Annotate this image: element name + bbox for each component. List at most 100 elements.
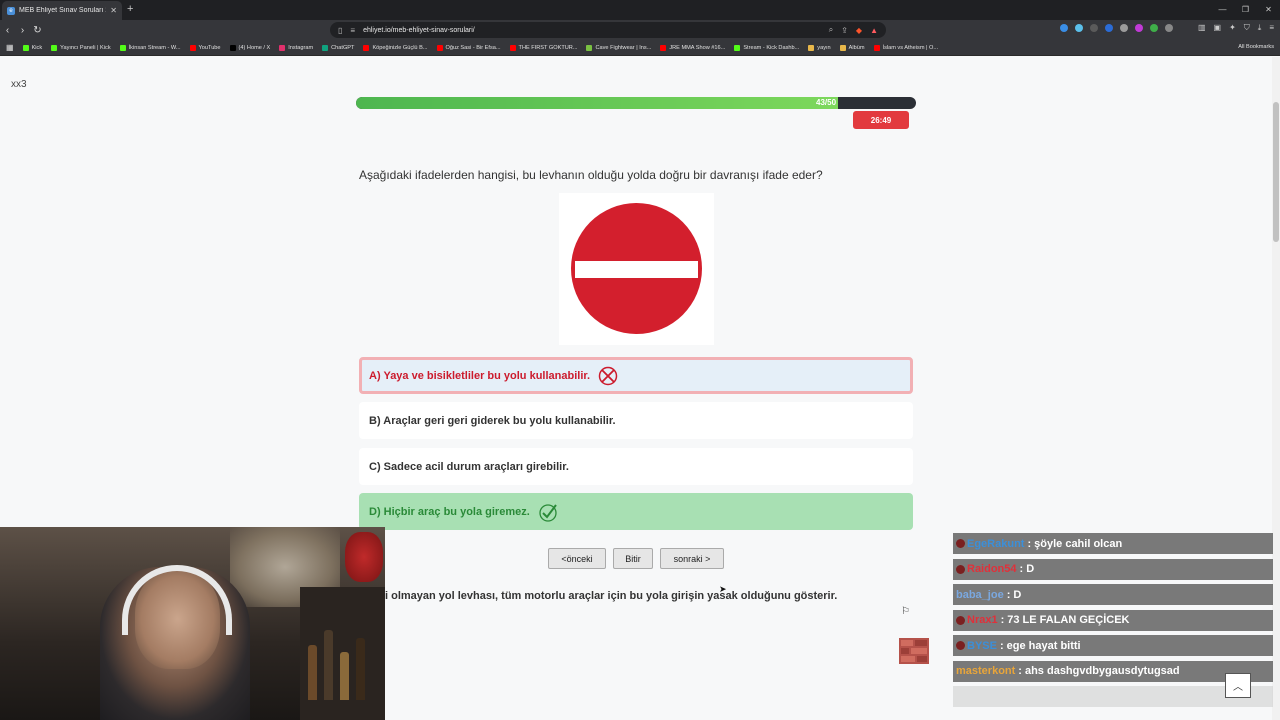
webcam-overlay bbox=[0, 527, 385, 720]
bookmark-favicon-icon bbox=[808, 44, 815, 51]
option-c[interactable]: C) Sadece acil durum araçları girebilir. bbox=[359, 448, 913, 485]
sign-red-disc bbox=[571, 203, 702, 334]
extension-icon[interactable] bbox=[1165, 24, 1173, 32]
user-badge-icon bbox=[956, 539, 965, 548]
webcam-figure bbox=[345, 532, 383, 582]
finish-button[interactable]: Bitir bbox=[613, 548, 653, 569]
minimize-icon[interactable]: — bbox=[1211, 0, 1234, 20]
bookmark-item[interactable]: Oğuz Sasi - Bir Efsa... bbox=[436, 44, 501, 51]
bookmark-favicon-icon bbox=[839, 44, 846, 51]
extension-icon[interactable] bbox=[1105, 24, 1113, 32]
bookmark-item[interactable]: Cave Fightwear | Ins... bbox=[586, 44, 651, 51]
close-tab-icon[interactable]: ✕ bbox=[110, 6, 117, 15]
brave-rewards-icon[interactable]: ▲ bbox=[870, 26, 878, 35]
bookmark-item[interactable]: yayın bbox=[808, 44, 831, 51]
option-a[interactable]: A) Yaya ve bisikletliler bu yolu kullana… bbox=[359, 357, 913, 394]
user-badge-icon bbox=[956, 564, 965, 574]
next-button[interactable]: sonraki > bbox=[660, 548, 724, 569]
restore-icon[interactable]: ❐ bbox=[1234, 0, 1257, 20]
extension-icon[interactable] bbox=[1150, 24, 1158, 32]
scroll-to-top-button[interactable]: ︿ bbox=[1225, 673, 1251, 698]
corner-label: xx3 bbox=[11, 79, 27, 90]
bookmark-favicon-icon bbox=[322, 44, 329, 51]
bookmark-favicon-icon bbox=[279, 44, 286, 51]
bookmark-favicon-icon bbox=[229, 44, 236, 51]
new-tab-icon[interactable]: + bbox=[127, 3, 133, 15]
bookmark-item[interactable]: Köpeğinizle Güçlü B... bbox=[363, 44, 428, 51]
chat-username: Nrax1 bbox=[967, 614, 998, 626]
bookmark-item[interactable]: Yayıncı Paneli | Kick bbox=[51, 44, 111, 51]
chat-text: D bbox=[1026, 563, 1035, 575]
site-favicon-icon: e bbox=[7, 6, 15, 15]
apps-grid-icon[interactable]: ▦ bbox=[6, 43, 14, 52]
bookmark-label: Albüm bbox=[848, 44, 865, 51]
bookmark-favicon-icon bbox=[436, 44, 443, 51]
forward-icon[interactable]: › bbox=[15, 25, 30, 36]
bookmark-favicon-icon bbox=[586, 44, 593, 51]
bookmark-label: Kick bbox=[31, 44, 43, 51]
bookmark-item[interactable]: (4) Home / X bbox=[229, 44, 271, 51]
explanation-text: i olmayan yol levhası, tüm motorlu araçl… bbox=[385, 590, 838, 602]
url-text: ehliyet.io/meb-ehliyet-sinav-sorulari/ bbox=[363, 26, 475, 34]
share-icon[interactable]: ⇪ bbox=[841, 26, 848, 35]
bookmark-item[interactable]: Albüm bbox=[839, 44, 865, 51]
close-window-icon[interactable]: ✕ bbox=[1257, 0, 1280, 20]
extension-icon[interactable] bbox=[1120, 24, 1128, 32]
chat-username: EgeRakunt bbox=[967, 537, 1025, 550]
user-badge-icon bbox=[956, 641, 965, 650]
leo-icon[interactable]: ✦ bbox=[1229, 23, 1236, 33]
sidebar-icon[interactable]: ▥ bbox=[1198, 23, 1206, 33]
bookmark-item[interactable]: İkinsan Stream - W... bbox=[119, 44, 181, 51]
bookmark-item[interactable]: YouTube bbox=[189, 44, 221, 51]
bookmark-item[interactable]: Stream - Kick Dashb... bbox=[734, 44, 799, 51]
bookmark-item[interactable]: İslam vs Atheism | O... bbox=[873, 44, 939, 51]
bookmark-favicon-icon bbox=[22, 44, 29, 51]
report-icon[interactable]: ⚐ bbox=[901, 606, 910, 617]
extension-icon[interactable] bbox=[1135, 24, 1143, 32]
bookmark-label: İslam vs Atheism | O... bbox=[882, 44, 939, 51]
extension-icon[interactable] bbox=[1090, 24, 1098, 32]
site-info-icon[interactable]: ≡ bbox=[350, 26, 355, 35]
browser-tab[interactable]: e MEB Ehliyet Sınav Soruları 2025 ✕ bbox=[2, 1, 122, 20]
bookmark-label: yayın bbox=[817, 44, 831, 51]
chat-message: BYSE: ege hayat bitti bbox=[953, 635, 1273, 656]
chat-username: Raidon54 bbox=[967, 563, 1017, 575]
bookmark-item[interactable]: THE FIRST GOKTUR... bbox=[509, 44, 577, 51]
bookmark-label: (4) Home / X bbox=[238, 44, 271, 51]
zoom-icon[interactable]: ⌕ bbox=[829, 25, 833, 35]
option-d-text: D) Hiçbir araç bu yola giremez. bbox=[369, 505, 530, 518]
chat-text: ege hayat bitti bbox=[1006, 639, 1081, 652]
bookmark-star-icon[interactable]: ▯ bbox=[338, 26, 342, 35]
brave-shield-icon[interactable]: ◆ bbox=[856, 26, 862, 35]
all-bookmarks-folder[interactable]: All Bookmarks bbox=[1238, 44, 1274, 50]
bookmark-item[interactable]: Instagram bbox=[279, 44, 313, 51]
address-bar[interactable]: ▯ ≡ ehliyet.io/meb-ehliyet-sinav-sorular… bbox=[330, 22, 886, 38]
bookmark-item[interactable]: JRE MMA Show #16... bbox=[660, 44, 725, 51]
menu-icon[interactable]: ≡ bbox=[1269, 23, 1274, 33]
reload-icon[interactable]: ↻ bbox=[30, 25, 45, 36]
chat-separator: : bbox=[1027, 537, 1032, 550]
bookmark-favicon-icon bbox=[119, 44, 126, 51]
option-d[interactable]: D) Hiçbir araç bu yola giremez. bbox=[359, 493, 913, 530]
wallet-icon[interactable]: ▣ bbox=[1214, 23, 1222, 33]
option-a-text: A) Yaya ve bisikletliler bu yolu kullana… bbox=[369, 369, 591, 382]
option-b[interactable]: B) Araçlar geri geri giderek bu yolu kul… bbox=[359, 402, 913, 439]
user-badge-icon bbox=[956, 615, 965, 625]
chat-username: BYSE bbox=[967, 639, 997, 652]
chat-message: baba_joe: D bbox=[953, 584, 1273, 605]
bookmark-favicon-icon bbox=[51, 44, 58, 51]
previous-button[interactable]: <önceki bbox=[548, 548, 606, 569]
bookmark-favicon-icon bbox=[734, 44, 741, 51]
extension-icon[interactable] bbox=[1060, 24, 1068, 32]
bookmark-item[interactable]: Kick bbox=[22, 44, 43, 51]
mouse-cursor-icon: ➤ bbox=[719, 584, 727, 594]
bookmark-favicon-icon bbox=[509, 44, 516, 51]
download-icon[interactable]: ⤓ bbox=[1258, 23, 1262, 33]
back-icon[interactable]: ‹ bbox=[0, 25, 15, 36]
bookmark-item[interactable]: ChatGPT bbox=[322, 44, 354, 51]
vpn-icon[interactable]: ⛉ bbox=[1244, 23, 1250, 33]
tab-strip: e MEB Ehliyet Sınav Soruları 2025 ✕ + — … bbox=[0, 0, 1280, 20]
progress-fill bbox=[356, 97, 838, 109]
scrollbar-thumb[interactable] bbox=[1273, 102, 1279, 242]
extension-icon[interactable] bbox=[1075, 24, 1083, 32]
